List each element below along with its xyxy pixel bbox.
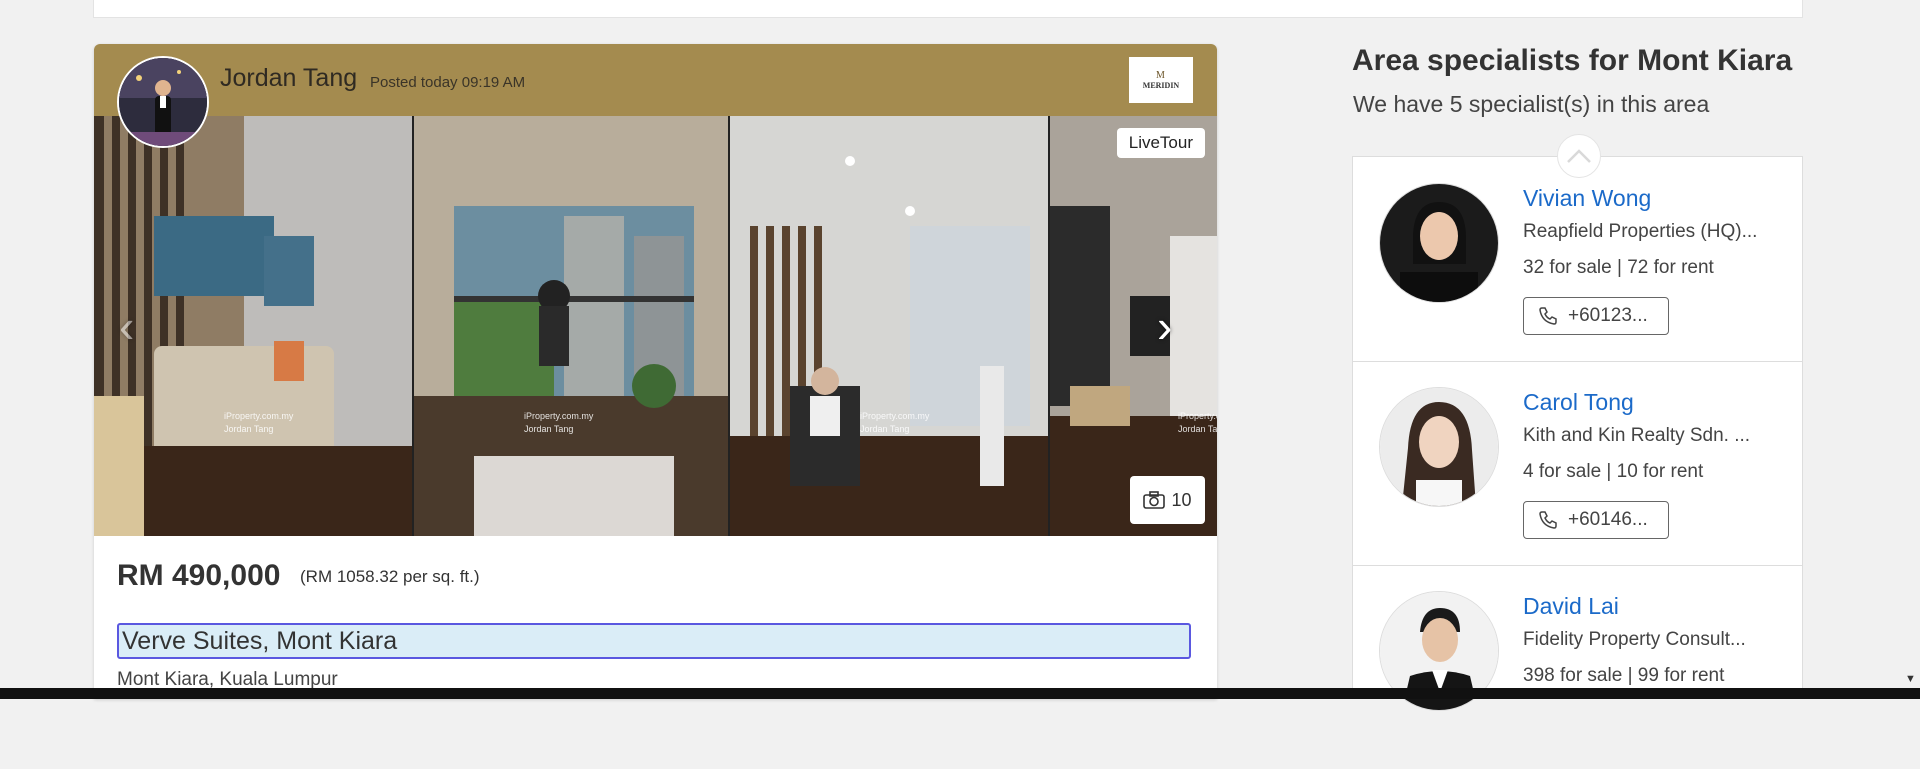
gallery-photo[interactable]: iProperty.com.myJordan Tang <box>414 116 728 536</box>
camera-icon <box>1143 491 1166 509</box>
specialist-agency: Fidelity Property Consult... <box>1523 629 1746 650</box>
phone-icon <box>1539 307 1557 325</box>
agency-logo[interactable]: M MERIDIN <box>1129 57 1193 103</box>
specialist-avatar[interactable] <box>1379 183 1499 303</box>
specialist-listing-counts: 398 for sale | 99 for rent <box>1523 665 1725 686</box>
phone-icon <box>1539 511 1557 529</box>
scroll-down-arrow[interactable]: ▼ <box>1905 673 1916 685</box>
agency-logo-mark: M <box>1156 70 1166 81</box>
chevron-up-icon <box>1567 149 1591 163</box>
specialist-avatar[interactable] <box>1379 387 1499 507</box>
sidebar-title: Area specialists for Mont Kiara <box>1352 44 1793 77</box>
specialist-listing-counts: 32 for sale | 72 for rent <box>1523 257 1714 278</box>
photo-watermark: iProperty.com.myJordan Tang <box>860 411 930 434</box>
price-per-sqft: (RM 1058.32 per sq. ft.) <box>300 567 480 586</box>
specialist-name[interactable]: Vivian Wong <box>1523 185 1651 212</box>
specialist-listing-counts: 4 for sale | 10 for rent <box>1523 461 1704 482</box>
agent-name[interactable]: Jordan Tang <box>220 64 357 93</box>
top-panel-edge <box>93 0 1803 18</box>
specialist-name[interactable]: David Lai <box>1523 593 1619 620</box>
listing-price: RM 490,000 <box>117 559 281 592</box>
listing-card-header: Jordan Tang Posted today 09:19 AM M MERI… <box>94 44 1217 116</box>
listing-card[interactable]: Jordan Tang Posted today 09:19 AM M MERI… <box>94 44 1217 699</box>
chevron-left-icon[interactable]: ‹ <box>119 303 149 349</box>
specialist-card[interactable]: Vivian Wong Reapfield Properties (HQ)...… <box>1353 157 1802 362</box>
specialist-agency: Reapfield Properties (HQ)... <box>1523 221 1758 242</box>
agent-avatar[interactable] <box>117 56 209 148</box>
posted-time: Posted today 09:19 AM <box>370 74 526 91</box>
phone-number: +60146... <box>1568 509 1648 530</box>
listing-title-link[interactable]: Verve Suites, Mont Kiara <box>117 623 1191 659</box>
phone-button[interactable]: +60123... <box>1523 297 1669 335</box>
photo-watermark: iProperty.com.myJordan Tang <box>224 411 294 434</box>
gallery-photo[interactable]: iProperty.com.myJordan Tang <box>730 116 1048 536</box>
photo-watermark: iProperty.com.myJordan Tang <box>1178 411 1217 434</box>
photo-watermark: iProperty.com.myJordan Tang <box>524 411 594 434</box>
specialist-card[interactable]: Carol Tong Kith and Kin Realty Sdn. ... … <box>1353 361 1802 566</box>
photo-gallery[interactable]: iProperty.com.my Jordan Tang iProperty.co… <box>94 116 1217 536</box>
chevron-right-icon[interactable]: › <box>1157 303 1187 349</box>
bottom-edge-bar <box>0 688 1920 699</box>
livetour-badge[interactable]: LiveTour <box>1116 128 1205 158</box>
specialist-name[interactable]: Carol Tong <box>1523 389 1634 416</box>
specialist-card[interactable]: David Lai Fidelity Property Consult... 3… <box>1353 565 1802 769</box>
agency-logo-text: MERIDIN <box>1142 81 1180 90</box>
sidebar-subtitle: We have 5 specialist(s) in this area <box>1353 91 1710 117</box>
gallery-photo[interactable]: iProperty.com.myJordan Tang <box>1050 116 1217 536</box>
photo-count-button[interactable]: 10 <box>1130 476 1205 524</box>
photo-count: 10 <box>1171 489 1192 510</box>
phone-number: +60123... <box>1568 305 1648 326</box>
phone-button[interactable]: +60146... <box>1523 501 1669 539</box>
collapse-button[interactable] <box>1557 134 1601 178</box>
specialist-agency: Kith and Kin Realty Sdn. ... <box>1523 425 1751 446</box>
specialist-list: Vivian Wong Reapfield Properties (HQ)...… <box>1352 156 1803 711</box>
